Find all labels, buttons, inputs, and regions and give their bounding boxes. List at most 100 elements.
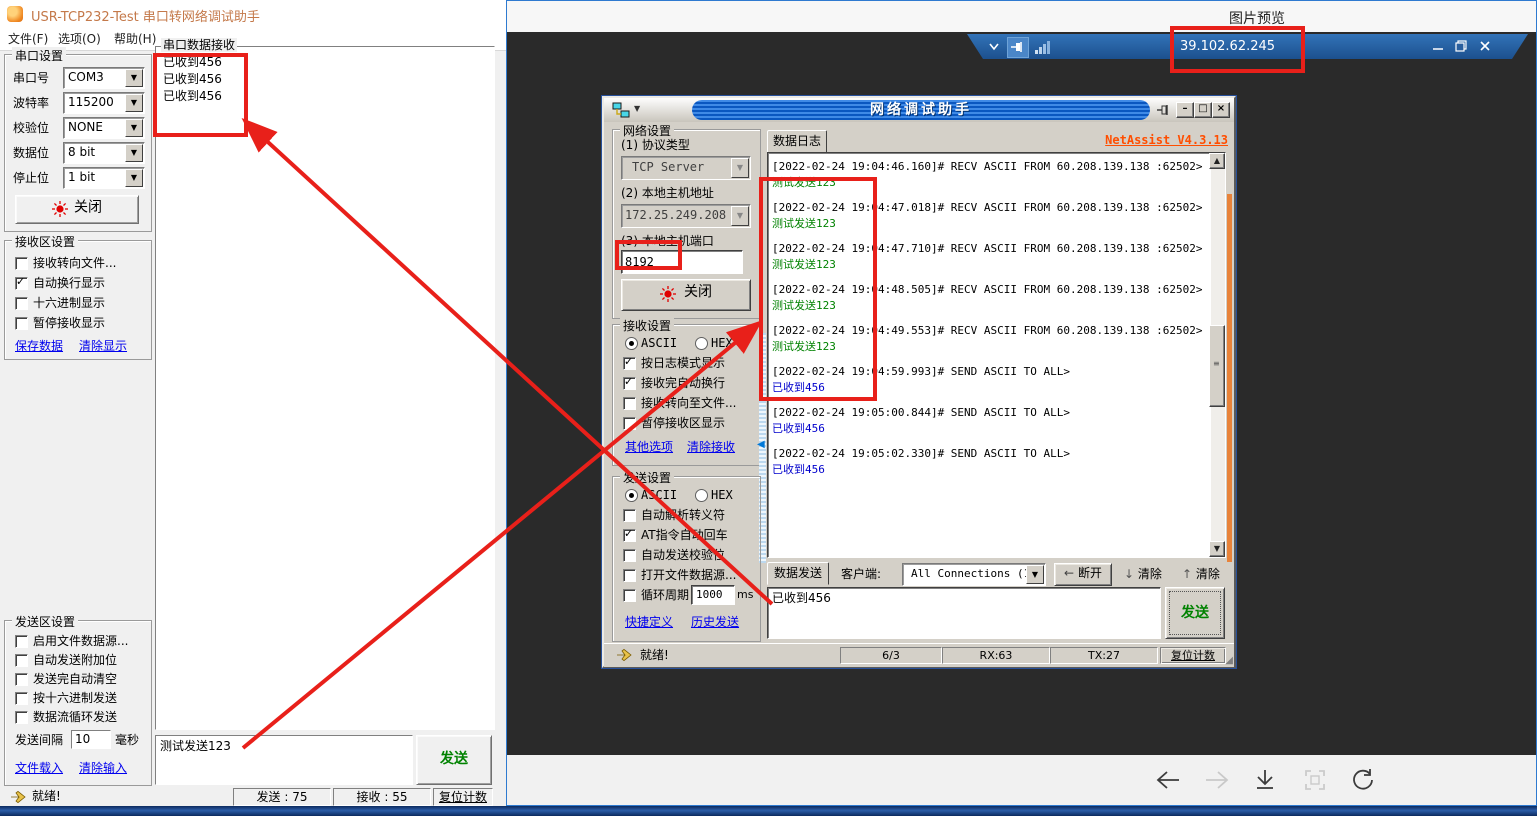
host-port-input[interactable]: 8192 <box>621 250 743 274</box>
checkbox-hex-send[interactable] <box>15 692 28 705</box>
checkbox-file-source[interactable] <box>15 635 28 648</box>
checkbox-label[interactable]: 接收完自动换行 <box>641 376 725 390</box>
close-button[interactable]: × <box>1212 102 1230 118</box>
minimize-icon[interactable] <box>1432 41 1444 53</box>
restore-icon[interactable] <box>1455 40 1467 52</box>
checkbox-parse-escape[interactable] <box>623 509 636 522</box>
checkbox-log-mode[interactable] <box>623 357 636 370</box>
back-icon[interactable] <box>1155 768 1181 792</box>
checkbox-label[interactable]: 启用文件数据源... <box>33 634 128 648</box>
netassist-close-button[interactable]: 关闭 <box>621 279 751 311</box>
file-load-link[interactable]: 文件载入 <box>15 761 63 775</box>
scroll-up-button[interactable]: ▲ <box>1209 153 1225 169</box>
checkbox-hex-display[interactable] <box>15 297 28 310</box>
checkbox-label[interactable]: 按十六进制发送 <box>33 691 117 705</box>
protocol-select[interactable]: TCP Server ▼ <box>621 156 751 180</box>
disconnect-button[interactable]: ← 断开 <box>1054 563 1112 586</box>
checkbox-label[interactable]: 接收转向文件... <box>33 256 116 270</box>
radio-label[interactable]: HEX <box>711 488 733 502</box>
cycle-input[interactable]: 1000 <box>691 585 735 605</box>
chevron-down-icon[interactable]: ▼ <box>125 144 143 162</box>
checkbox-label[interactable]: 自动发送校验位 <box>641 548 725 562</box>
checkbox-label[interactable]: 暂停接收显示 <box>33 316 105 330</box>
taskbar-strip[interactable] <box>0 806 1537 816</box>
scrollbar-thumb[interactable]: ≡ <box>1209 325 1225 407</box>
fit-to-screen-icon[interactable] <box>1303 768 1327 792</box>
checkbox-label[interactable]: 发送完自动清空 <box>33 672 117 686</box>
checkbox-auto-clear[interactable] <box>15 673 28 686</box>
checkbox-auto-wrap[interactable] <box>15 277 28 290</box>
data-bits-select[interactable]: 8 bit ▼ <box>63 142 145 164</box>
checkbox-loop-send[interactable] <box>15 711 28 724</box>
checkbox-recv-to-file[interactable] <box>623 397 636 410</box>
menu-help[interactable]: 帮助(H) <box>114 32 156 46</box>
checkbox-label[interactable]: 数据流循环发送 <box>33 710 117 724</box>
netassist-version-link[interactable]: NetAssist V4.3.13 <box>1044 133 1228 147</box>
history-send-link[interactable]: 历史发送 <box>691 615 739 629</box>
radio-recv-hex[interactable] <box>695 337 708 350</box>
checkbox-recv-to-file[interactable] <box>15 257 28 270</box>
menu-options[interactable]: 选项(O) <box>58 32 101 46</box>
serial-recv-textarea[interactable]: 已收到456 已收到456 已收到456 <box>155 46 495 730</box>
log-textarea[interactable]: [2022-02-24 19:04:46.160]# RECV ASCII FR… <box>767 152 1226 558</box>
maximize-button[interactable]: □ <box>1194 102 1212 118</box>
pin-icon[interactable] <box>1156 103 1170 117</box>
tab-data-send[interactable]: 数据发送 <box>767 562 829 585</box>
chevron-down-icon[interactable]: ▼ <box>1026 565 1044 584</box>
serial-titlebar[interactable]: USR-TCP232-Test 串口转网络调试助手 <box>0 0 506 28</box>
chevron-down-icon[interactable]: ▼ <box>634 104 640 113</box>
cycle-label[interactable]: 循环周期 <box>641 588 689 602</box>
checkbox-label[interactable]: 暂停接收区显示 <box>641 416 725 430</box>
resize-grip[interactable]: ◢ <box>1225 655 1233 666</box>
checkbox-label[interactable]: 自动换行显示 <box>33 276 105 290</box>
tab-data-log[interactable]: 数据日志 <box>767 130 827 153</box>
radio-label[interactable]: ASCII <box>641 488 677 502</box>
clear-send-action[interactable]: ↑ 清除 <box>1182 565 1220 582</box>
client-select[interactable]: All Connections (1) ▼ <box>902 563 1046 586</box>
checkbox-label[interactable]: 打开文件数据源... <box>641 568 736 582</box>
clear-recv-link[interactable]: 清除接收 <box>687 440 735 454</box>
baud-rate-select[interactable]: 115200 ▼ <box>63 92 145 114</box>
checkbox-auto-checksum[interactable] <box>623 549 636 562</box>
network-app-icon[interactable] <box>612 102 630 118</box>
menu-file[interactable]: 文件(F) <box>8 32 48 46</box>
checkbox-cycle-send[interactable] <box>623 589 636 602</box>
preview-header[interactable]: 图片预览 <box>507 1 1536 32</box>
checkbox-label[interactable]: 自动发送附加位 <box>33 653 117 667</box>
checkbox-label[interactable]: AT指令自动回车 <box>641 528 728 542</box>
checkbox-label[interactable]: 十六进制显示 <box>33 296 105 310</box>
save-data-link[interactable]: 保存数据 <box>15 339 63 353</box>
radio-label[interactable]: HEX <box>711 336 733 350</box>
chevron-down-icon[interactable]: ▼ <box>125 119 143 137</box>
download-icon[interactable] <box>1253 768 1277 792</box>
checkbox-label[interactable]: 按日志模式显示 <box>641 356 725 370</box>
forward-icon[interactable] <box>1204 768 1230 792</box>
rotate-icon[interactable] <box>1351 768 1375 792</box>
clear-input-link[interactable]: 清除输入 <box>79 761 127 775</box>
checkbox-pause-recv[interactable] <box>15 317 28 330</box>
checkbox-pause-recv-area[interactable] <box>623 417 636 430</box>
shortcut-define-link[interactable]: 快捷定义 <box>625 615 673 629</box>
netassist-send-input[interactable]: 已收到456 <box>767 587 1161 639</box>
checkbox-label[interactable]: 接收转向至文件... <box>641 396 736 410</box>
chevron-down-icon[interactable]: ▼ <box>125 94 143 112</box>
checkbox-auto-append[interactable] <box>15 654 28 667</box>
scroll-down-button[interactable]: ▼ <box>1209 541 1225 557</box>
checkbox-auto-linefeed[interactable] <box>623 377 636 390</box>
interval-input[interactable]: 10 <box>71 730 111 749</box>
other-options-link[interactable]: 其他选项 <box>625 440 673 454</box>
clear-recv-action[interactable]: ↓ 清除 <box>1124 565 1162 582</box>
radio-recv-ascii[interactable] <box>625 337 638 350</box>
serial-reset-counter-button[interactable]: 复位计数 <box>433 788 493 806</box>
clear-display-link[interactable]: 清除显示 <box>79 339 127 353</box>
chevron-down-icon[interactable]: ▼ <box>125 169 143 187</box>
radio-label[interactable]: ASCII <box>641 336 677 350</box>
host-address-select[interactable]: 172.25.249.208 ▼ <box>621 204 751 228</box>
netassist-send-button[interactable]: 发送 <box>1165 587 1225 639</box>
serial-close-button[interactable]: 关闭 <box>15 195 139 224</box>
serial-send-button[interactable]: 发送 <box>416 735 492 785</box>
checkbox-label[interactable]: 自动解析转义符 <box>641 508 725 522</box>
checkbox-open-file-source[interactable] <box>623 569 636 582</box>
radio-send-ascii[interactable] <box>625 489 638 502</box>
netassist-reset-counter-button[interactable]: 复位计数 <box>1160 647 1226 664</box>
